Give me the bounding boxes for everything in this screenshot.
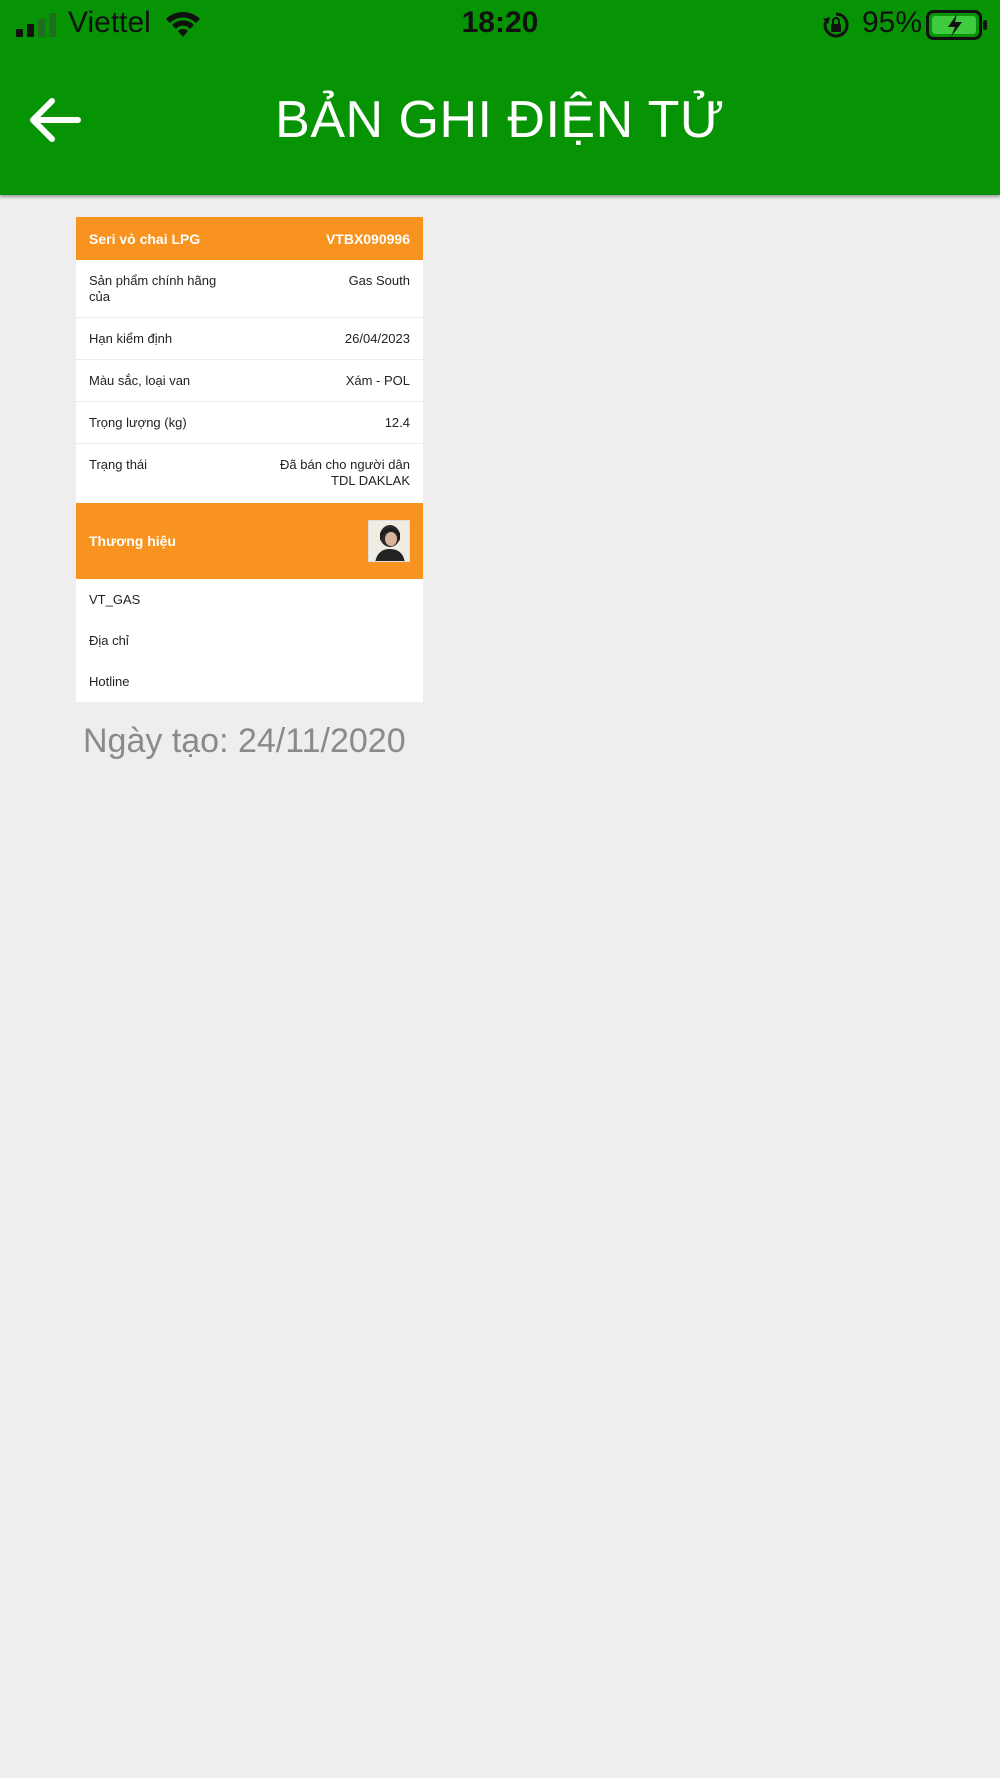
app-header: Viettel 18:20 95% BẢN GHI ĐIỆN TỬ (0, 0, 1000, 195)
brand-name-row: VT_GAS (89, 592, 141, 607)
status-time: 18:20 (461, 6, 539, 39)
serial-label: Seri vỏ chai LPG (89, 230, 201, 247)
brand-header-row: Thương hiệu (76, 503, 423, 579)
page-title: BẢN GHI ĐIỆN TỬ (275, 91, 725, 149)
serial-value: VTBX090996 (325, 230, 410, 247)
address-row: Địa chỉ (89, 633, 129, 648)
orientation-lock-icon (823, 12, 849, 38)
inspection-value: 26/04/2023 (344, 331, 410, 346)
serial-header-row: Seri vỏ chai LPG VTBX090996 (76, 217, 423, 260)
weight-row: Trọng lượng (kg) 12.4 (76, 402, 423, 444)
weight-value: 12.4 (384, 415, 410, 430)
status-value: Đã bán cho người dân TDL DAKLAK (280, 457, 410, 503)
battery-charging-icon (926, 10, 987, 40)
color-valve-label: Màu sắc, loại van (89, 373, 191, 388)
product-value: Gas South (348, 273, 410, 288)
status-bar: Viettel 18:20 95% (0, 0, 1000, 50)
hotline-row: Hotline (89, 674, 130, 689)
brand-logo-image (369, 521, 409, 561)
created-date: Ngày tạo: 24/11/2020 (83, 722, 406, 760)
brand-logo (368, 520, 410, 562)
color-valve-row: Màu sắc, loại van Xám - POL (76, 360, 423, 402)
product-label: Sản phẩm chính hãng của (89, 273, 217, 304)
color-valve-value: Xám - POL (345, 373, 410, 388)
weight-label: Trọng lượng (kg) (89, 415, 187, 430)
inspection-label: Hạn kiểm định (89, 331, 173, 346)
status-label: Trạng thái (89, 457, 148, 472)
status-value-line1: Đã bán cho người dân (280, 457, 410, 472)
brand-label: Thương hiệu (89, 533, 176, 549)
status-row: Trạng thái Đã bán cho người dân TDL DAKL… (76, 444, 423, 503)
product-row: Sản phẩm chính hãng của Gas South (76, 260, 423, 318)
status-value-line2: TDL DAKLAK (331, 473, 410, 488)
cylinder-info-card: Seri vỏ chai LPG VTBX090996 Sản phẩm chí… (76, 217, 423, 702)
battery-percent: 95% (862, 6, 923, 39)
inspection-row: Hạn kiểm định 26/04/2023 (76, 318, 423, 360)
